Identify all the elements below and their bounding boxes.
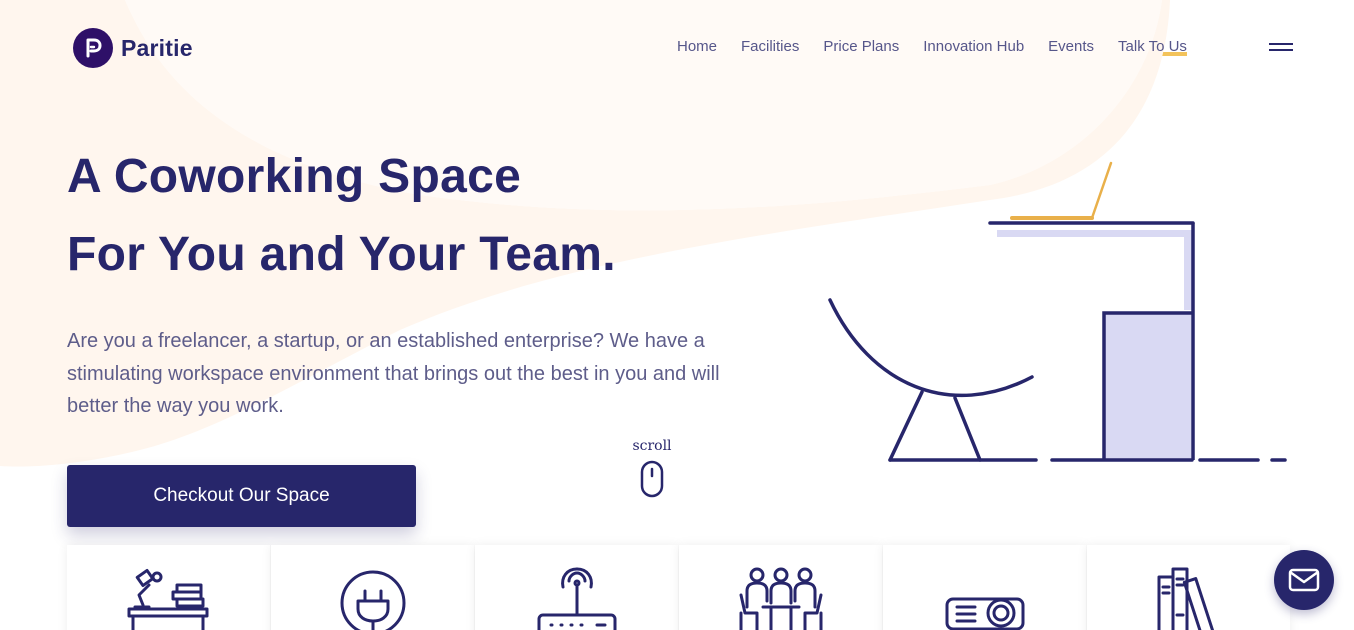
hero-description: Are you a freelancer, a startup, or an e…: [67, 330, 720, 417]
nav-link-innovation-hub[interactable]: Innovation Hub: [923, 37, 1024, 57]
checkout-space-button[interactable]: Checkout Our Space: [67, 465, 416, 527]
nav-link-facilities[interactable]: Facilities: [741, 37, 799, 57]
brand-logo[interactable]: Paritie: [73, 28, 193, 68]
p-logo-icon: [73, 28, 113, 68]
hamburger-menu-icon[interactable]: [1269, 43, 1293, 53]
facility-card[interactable]: [271, 545, 474, 630]
power-plug-icon: [340, 570, 405, 630]
facility-card[interactable]: [475, 545, 678, 630]
facility-card[interactable]: [67, 545, 270, 630]
facility-card[interactable]: [679, 545, 882, 630]
desk-and-chair-illustration: [828, 161, 1287, 462]
nav-link-home[interactable]: Home: [677, 37, 717, 57]
mail-icon: [1288, 568, 1320, 592]
scroll-label: scroll: [632, 438, 672, 454]
desk-lamp-icon: [127, 568, 208, 630]
hero-title-line-1: A Coworking Space: [67, 150, 522, 203]
facility-card[interactable]: [1087, 545, 1290, 630]
scroll-indicator[interactable]: scroll: [630, 438, 674, 498]
nav-link-talk-to-us[interactable]: Talk To Us: [1118, 37, 1187, 57]
hero-title: A Coworking Space For You and Your Team.: [67, 138, 616, 294]
brand-name: Paritie: [121, 34, 193, 61]
wifi-router-icon: [537, 567, 616, 630]
books-icon: [1157, 567, 1215, 630]
meeting-people-icon: [739, 567, 822, 630]
facility-card[interactable]: [883, 545, 1086, 630]
hero-title-line-2: For You and Your Team.: [67, 228, 616, 281]
nav-link-price-plans[interactable]: Price Plans: [823, 37, 899, 57]
facility-cards: [67, 545, 1291, 630]
main-nav: Home Facilities Price Plans Innovation H…: [677, 37, 1211, 57]
nav-link-events[interactable]: Events: [1048, 37, 1094, 57]
chat-button[interactable]: [1274, 550, 1334, 610]
mouse-scroll-icon: [640, 460, 664, 498]
projector-icon: [945, 597, 1024, 630]
